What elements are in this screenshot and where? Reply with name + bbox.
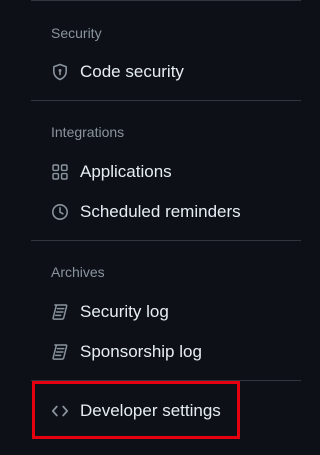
section-title-archives: Archives — [51, 264, 105, 280]
divider — [31, 100, 301, 101]
log-icon — [51, 343, 69, 361]
sidebar-item-label: Developer settings — [80, 401, 221, 420]
sidebar-item-label: Code security — [80, 62, 184, 81]
sidebar-item-developer-settings[interactable]: Developer settings — [40, 394, 290, 428]
sidebar-item-label: Security log — [80, 302, 169, 321]
sidebar-item-security-log[interactable]: Security log — [40, 295, 290, 329]
clock-icon — [51, 203, 69, 221]
sidebar-item-label: Sponsorship log — [80, 342, 202, 361]
sidebar-item-sponsorship-log[interactable]: Sponsorship log — [40, 335, 290, 369]
divider — [31, 240, 301, 241]
sidebar-item-label: Scheduled reminders — [80, 202, 241, 221]
settings-sidebar: Security Code security Integrations Appl… — [0, 0, 301, 455]
sidebar-item-code-security[interactable]: Code security — [40, 55, 290, 89]
code-icon — [51, 402, 69, 420]
section-title-security: Security — [51, 25, 102, 41]
apps-grid-icon — [51, 163, 69, 181]
sidebar-item-applications[interactable]: Applications — [40, 155, 290, 189]
shield-icon — [51, 63, 69, 81]
divider — [31, 380, 301, 381]
divider — [31, 0, 301, 1]
sidebar-item-label: Applications — [80, 162, 172, 181]
log-icon — [51, 303, 69, 321]
section-title-integrations: Integrations — [51, 124, 125, 140]
sidebar-item-scheduled-reminders[interactable]: Scheduled reminders — [40, 195, 290, 229]
